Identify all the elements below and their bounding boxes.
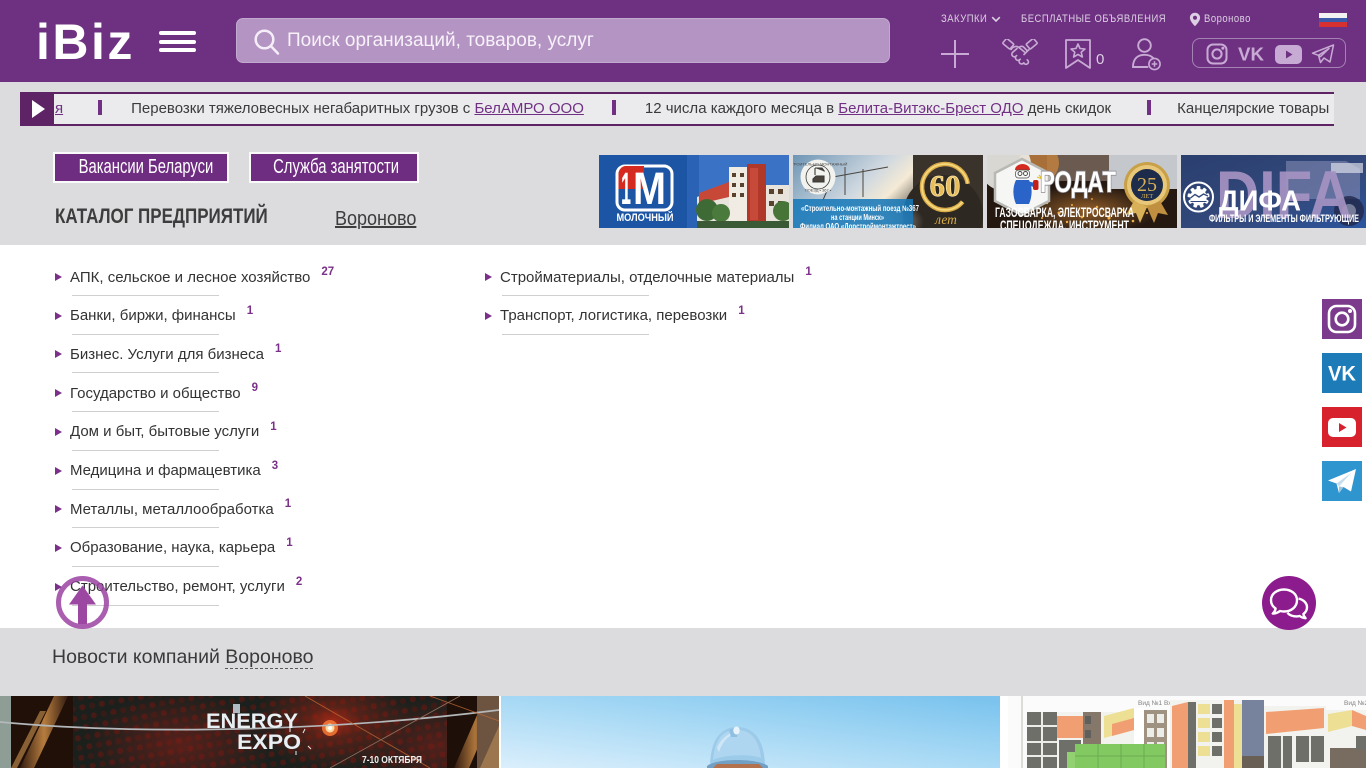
svg-text:лет: лет [934, 212, 957, 227]
svg-text:1: 1 [621, 163, 631, 214]
svg-text:7-10 ОКТЯБРЯ: 7-10 ОКТЯБРЯ [362, 754, 422, 766]
svg-text:ENERGY: ENERGY [206, 710, 298, 733]
svg-text:EXPO: EXPO [237, 731, 301, 754]
svg-text:МОЛОЧНЫЙ: МОЛОЧНЫЙ [617, 211, 674, 224]
svg-text:РОДАТ: РОДАТ [1040, 166, 1116, 199]
svg-text:60: 60 [930, 168, 961, 203]
svg-text:ПОЕЗД • 367 •: ПОЕЗД • 367 • [805, 188, 832, 193]
svg-text:ЛЕТ: ЛЕТ [1141, 193, 1153, 200]
svg-text:на станции Минск»: на станции Минск» [831, 213, 884, 222]
svg-text:VK: VK [1238, 45, 1264, 63]
svg-text:ФИЛЬТРЫ И ЭЛЕМЕНТЫ ФИЛЬТРУЮЩИЕ: ФИЛЬТРЫ И ЭЛЕМЕНТЫ ФИЛЬТРУЮЩИЕ [1209, 213, 1359, 225]
svg-text:VK: VK [1328, 363, 1356, 386]
svg-text:СПЕЦОДЕЖДА, ИНСТРУМЕНТ: СПЕЦОДЕЖДА, ИНСТРУМЕНТ [1000, 217, 1129, 228]
svg-text:«Строительно-монтажный поезд №: «Строительно-монтажный поезд №367 [801, 204, 919, 213]
svg-text:Филиал ОАО «Дорстроймонтажтрес: Филиал ОАО «Дорстроймонтажтрест» [800, 222, 916, 228]
svg-text:M: M [633, 163, 666, 214]
svg-text:СТРОИТЕЛЬНО-МОНТАЖНЫЙ: СТРОИТЕЛЬНО-МОНТАЖНЫЙ [793, 162, 848, 167]
